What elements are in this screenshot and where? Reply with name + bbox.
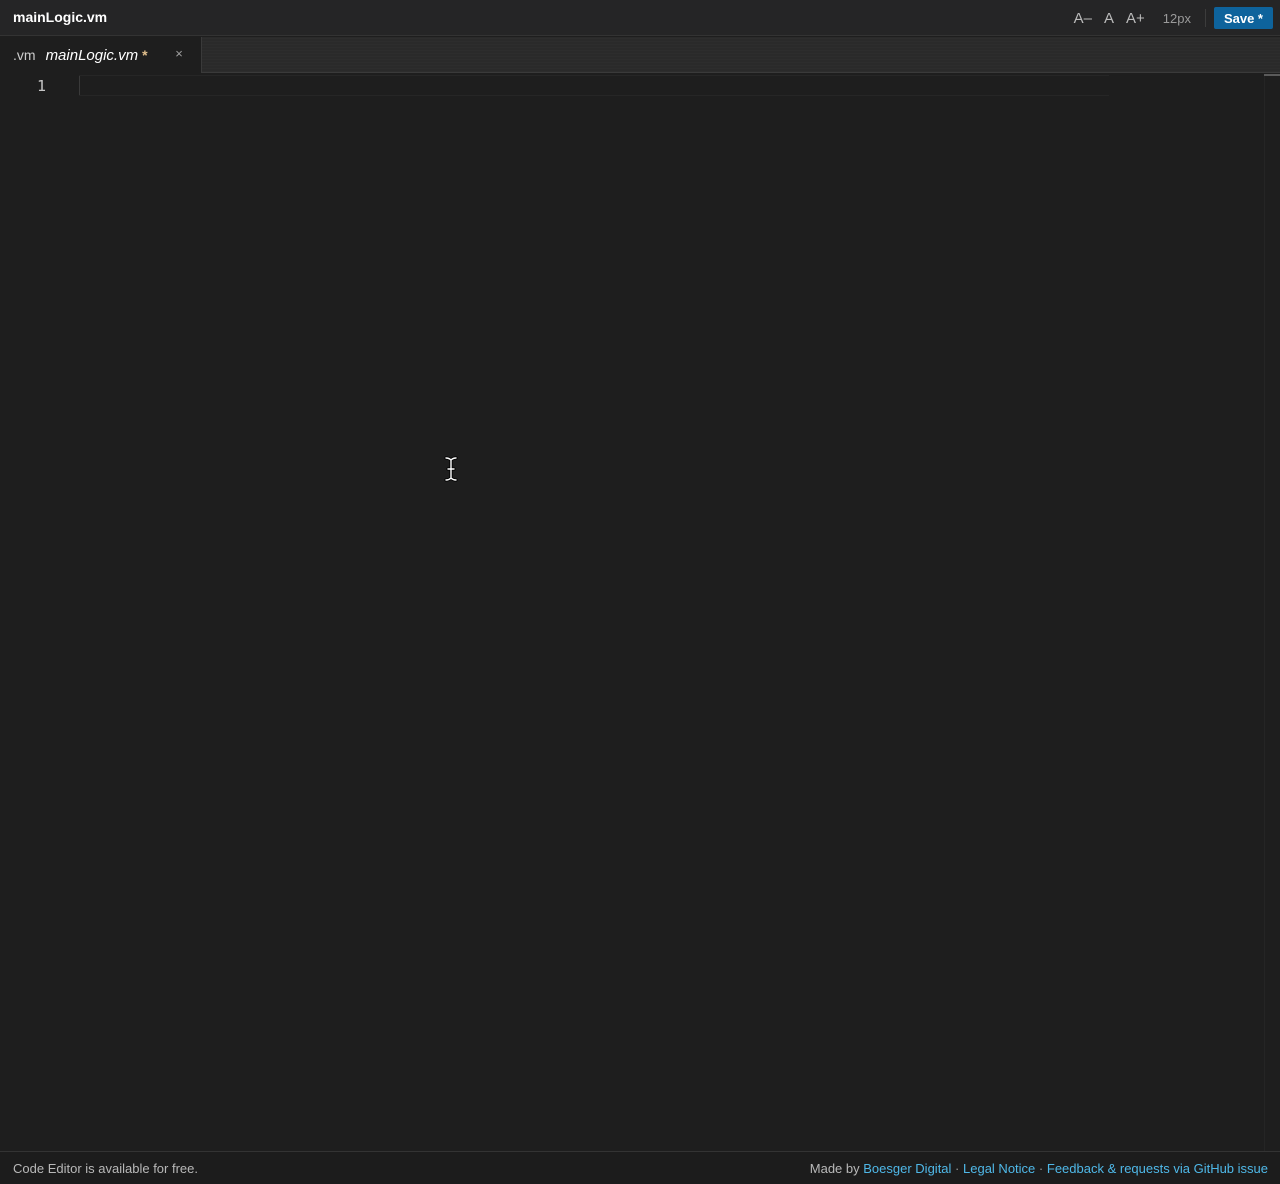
reset-font-button[interactable]: A	[1098, 10, 1120, 27]
footer: Code Editor is available for free. Made …	[0, 1151, 1280, 1184]
made-by-label: Made by	[809, 1161, 860, 1176]
company-link[interactable]: Boesger Digital	[863, 1161, 951, 1176]
font-size-indicator: 12px	[1162, 10, 1191, 26]
footer-separator: ·	[1038, 1161, 1044, 1176]
toolbar: A– A A+ 12px Save *	[1068, 6, 1273, 30]
toolbar-divider	[1204, 9, 1206, 27]
text-caret	[79, 76, 80, 95]
window-title: mainLogic.vm	[13, 9, 108, 25]
file-extension-label: .vm	[13, 47, 36, 63]
unsaved-indicator: *	[142, 47, 148, 63]
code-editor[interactable]: 1	[0, 74, 1280, 1151]
title-bar: mainLogic.vm A– A A+ 12px Save *	[0, 0, 1280, 36]
feedback-link[interactable]: Feedback & requests via GitHub issue	[1047, 1161, 1268, 1176]
tab-mainlogic[interactable]: .vm mainLogic.vm * ×	[0, 37, 202, 73]
tab-bar: .vm mainLogic.vm * ×	[0, 37, 1280, 73]
vertical-scrollbar[interactable]	[1264, 74, 1280, 1151]
footer-separator: ·	[955, 1161, 960, 1176]
current-line-highlight	[79, 75, 1109, 96]
decrease-font-button[interactable]: A–	[1068, 10, 1098, 27]
text-cursor-icon	[444, 456, 458, 482]
tab-filename: mainLogic.vm	[45, 46, 139, 64]
legal-notice-link[interactable]: Legal Notice	[963, 1161, 1035, 1176]
line-number: 1	[36, 77, 46, 95]
save-button[interactable]: Save *	[1213, 7, 1273, 29]
code-text-area[interactable]	[79, 74, 1109, 1151]
footer-availability-text: Code Editor is available for free.	[13, 1161, 198, 1176]
increase-font-button[interactable]: A+	[1120, 10, 1151, 27]
line-number-gutter: 1	[0, 74, 62, 1151]
close-tab-icon[interactable]: ×	[172, 47, 186, 61]
footer-credits: Made by Boesger Digital · Legal Notice ·…	[810, 1161, 1268, 1176]
scrollbar-thumb[interactable]	[1264, 74, 1280, 76]
